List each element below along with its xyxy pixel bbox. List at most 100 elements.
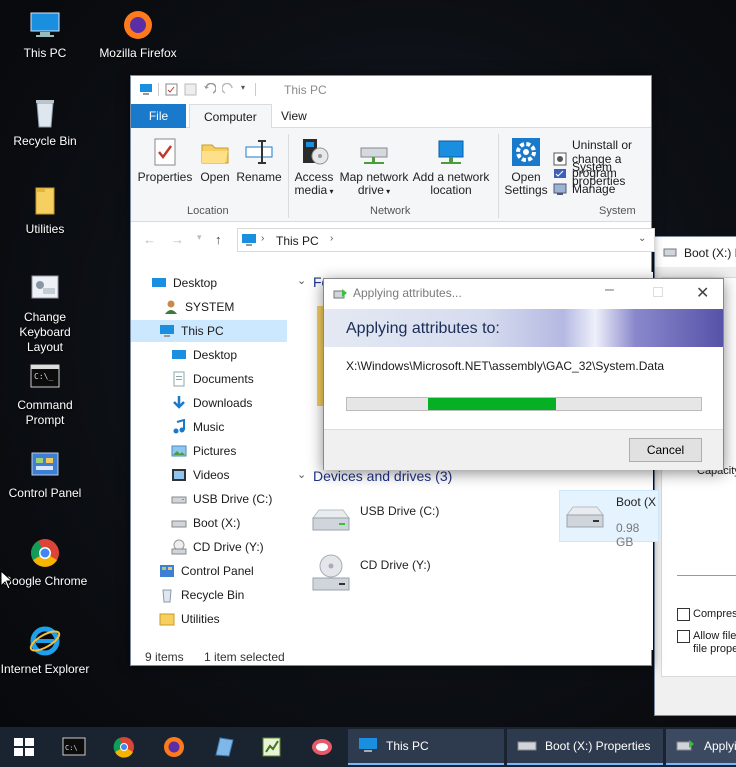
collapse-chevron-icon[interactable]: ⌄ [297,468,306,481]
props-titlebar[interactable]: Boot (X:) P [655,237,736,267]
open-settings-button[interactable]: Open Settings [501,136,551,197]
mouse-cursor-icon [0,569,14,593]
nav-item[interactable]: Pictures [131,440,287,462]
props-divider [677,575,736,576]
app-icon-3[interactable] [310,735,334,759]
redo-icon[interactable] [221,82,235,96]
command-prompt-icon[interactable]: C:\ [62,735,86,759]
nav-item[interactable]: CD Drive (Y:) [131,536,287,558]
desktop-icon-this-pc[interactable]: This PC [0,8,90,61]
nav-item[interactable]: Videos [131,464,287,486]
drive-tile-selected[interactable]: Boot (X 0.98 GB [559,490,659,549]
desktop-icon-control-panel[interactable]: Control Panel [0,448,90,501]
address-bar[interactable]: › This PC › ⌄ [237,228,655,252]
compress-label: Compress [693,608,736,620]
nav-item[interactable]: Documents [131,368,287,390]
nav-item-label: USB Drive (C:) [193,492,273,506]
system-properties-icon [553,167,567,181]
this-pc-icon [159,323,175,339]
open-button[interactable]: Open [195,136,235,184]
dialog-footer: Cancel [324,429,723,470]
nav-item[interactable]: Music [131,416,287,438]
control-panel-icon [28,448,62,482]
taskbar-button-applying[interactable]: Applyi [666,729,736,765]
chrome-icon[interactable] [112,735,136,759]
recent-dropdown-icon[interactable]: ▾ [197,232,202,243]
collapse-chevron-icon[interactable]: ⌄ [297,274,306,287]
taskbar-button-boot-properties[interactable]: Boot (X:) Properties [507,729,663,765]
qat-dropdown-icon[interactable]: ▾ [241,83,249,96]
nav-item[interactable]: USB Drive (C:) [131,488,287,510]
nav-item[interactable]: SYSTEM [131,296,287,318]
tab-file[interactable]: File [131,104,186,128]
this-pc-icon [28,8,62,42]
breadcrumb-separator-icon: › [261,233,265,244]
nav-item[interactable]: This PC [131,320,287,342]
dialog-titlebar[interactable]: Applying attributes... – ✕ [324,279,723,309]
forward-arrow-icon[interactable]: → [171,232,184,247]
applying-attributes-dialog[interactable]: Applying attributes... – ✕ Applying attr… [323,278,724,470]
desktop-icon-keyboard-layout[interactable]: Change Keyboard Layout [0,272,90,355]
desktop-icon-command-prompt[interactable]: C:\_ Command Prompt [0,360,90,428]
manage-button[interactable]: Manage [553,182,615,196]
maximize-icon[interactable] [653,287,663,297]
nav-item[interactable]: Recycle Bin [131,584,287,606]
folder-icon [159,611,175,627]
map-network-drive-button[interactable]: Map network drive ▾ [338,136,410,198]
properties-button[interactable]: Properties [137,136,193,184]
nav-item[interactable]: Desktop [131,272,287,294]
tab-view[interactable]: View [267,104,321,128]
properties-qat-icon[interactable] [165,83,178,96]
cancel-button[interactable]: Cancel [629,438,702,462]
app-icon-2[interactable] [260,735,284,759]
access-media-button[interactable]: Access media ▾ [291,136,337,198]
dialog-heading: Applying attributes to: [346,320,500,337]
props-title: Boot (X:) P [684,246,736,260]
allow-index-checkbox[interactable] [677,630,690,643]
desktop-icon-label: Recycle Bin [13,134,77,148]
rename-button[interactable]: Rename [235,136,283,184]
taskbar-button-this-pc[interactable]: This PC [348,729,504,765]
minimize-icon[interactable]: – [605,281,614,299]
properties-icon [149,136,181,168]
nav-item-label: Videos [193,468,230,482]
new-folder-qat-icon[interactable] [184,83,197,96]
desktop-icon-recycle-bin[interactable]: Recycle Bin [0,96,90,149]
manage-label: Manage [572,182,616,196]
drive-tile[interactable]: CD Drive (Y:) [309,552,469,600]
close-icon[interactable]: ✕ [696,283,709,303]
up-arrow-icon[interactable]: ↑ [215,232,222,247]
nav-item-label: Utilities [181,612,220,626]
desktop-icon-utilities[interactable]: Utilities [0,184,90,237]
app-icon-1[interactable] [212,735,236,759]
add-network-location-button[interactable]: Add a network location [411,136,491,197]
explorer-titlebar[interactable]: ▾ This PC [131,76,651,104]
nav-item-label: Desktop [193,348,238,362]
tab-computer[interactable]: Computer [189,104,272,129]
nav-item[interactable]: Desktop [131,344,287,366]
nav-item[interactable]: Utilities [131,608,287,630]
start-windows-icon[interactable] [12,735,36,759]
compress-checkbox[interactable] [677,608,690,621]
address-dropdown-icon[interactable]: ⌄ [638,233,646,244]
undo-icon[interactable] [203,82,217,96]
breadcrumb[interactable]: This PC [276,234,319,248]
nav-item-label: Desktop [173,276,218,290]
drive-tile[interactable]: USB Drive (C:) [309,498,469,542]
devices-header[interactable]: Devices and drives (3) [313,468,452,484]
desktop-icon-internet-explorer[interactable]: Internet Explorer [0,624,90,677]
usb-drive-icon [309,502,353,541]
back-arrow-icon[interactable]: ← [143,232,156,247]
desktop-icon-chrome[interactable]: Google Chrome [0,536,90,589]
breadcrumb-separator-icon: › [330,233,334,244]
nav-item-label: Boot (X:) [193,516,241,530]
nav-item[interactable]: Boot (X:) [131,512,287,534]
drive-icon [171,515,187,531]
desktop-icon-label: This PC [23,46,67,60]
desktop-icon-firefox[interactable]: Mozilla Firefox [93,8,183,61]
rename-label: Rename [236,170,282,184]
nav-item[interactable]: Control Panel [131,560,287,582]
divider-icon [255,83,256,96]
nav-item[interactable]: Downloads [131,392,287,414]
firefox-icon[interactable] [162,735,186,759]
